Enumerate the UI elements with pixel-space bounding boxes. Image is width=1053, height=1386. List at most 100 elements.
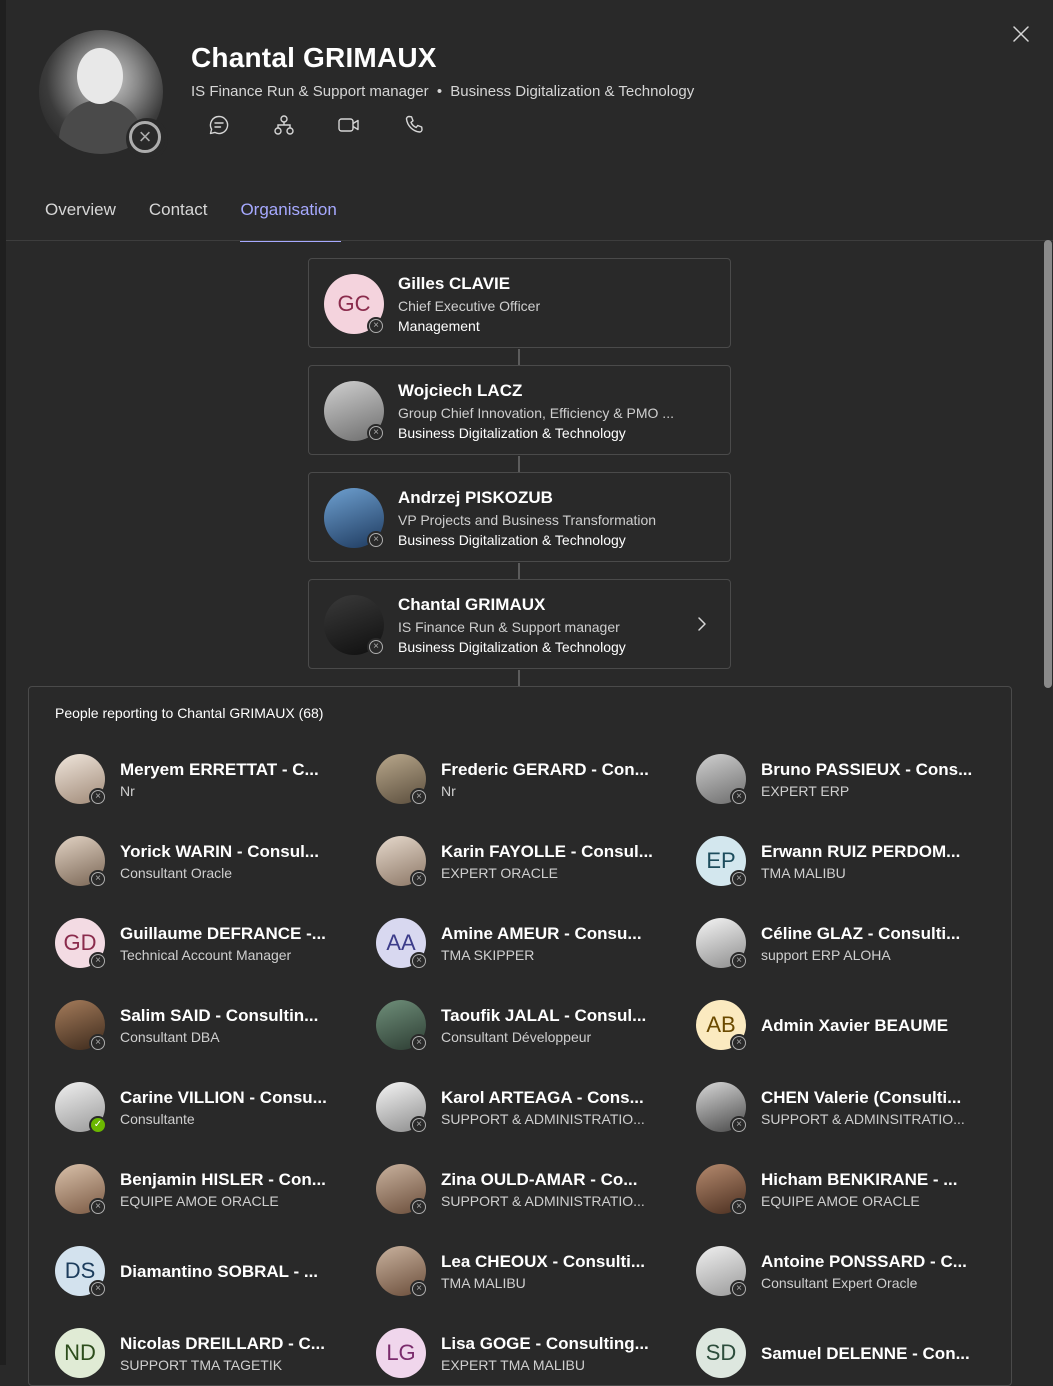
presence-offline-icon: × (730, 952, 748, 970)
close-icon[interactable] (1009, 22, 1033, 46)
presence-offline-icon: × (730, 1116, 748, 1134)
report-person[interactable]: × Lea CHEOUX - Consulti... TMA MALIBU (376, 1246, 676, 1300)
report-person[interactable]: × Taoufik JALAL - Consul... Consultant D… (376, 1000, 676, 1054)
report-person[interactable]: × Céline GLAZ - Consulti... support ERP … (696, 918, 996, 972)
presence-offline-icon: × (410, 870, 428, 888)
report-person[interactable]: GD × Guillaume DEFRANCE -... Technical A… (55, 918, 355, 972)
report-person[interactable]: × Yorick WARIN - Consul... Consultant Or… (55, 836, 355, 890)
person-title: Nr (120, 783, 135, 799)
presence-offline-icon: × (730, 788, 748, 806)
report-person[interactable]: × Karol ARTEAGA - Cons... SUPPORT & ADMI… (376, 1082, 676, 1136)
presence-offline-icon: × (410, 1116, 428, 1134)
phone-call-icon[interactable] (399, 112, 429, 138)
avatar: SD (696, 1328, 746, 1378)
person-title: EXPERT TMA MALIBU (441, 1357, 585, 1373)
person-title: SUPPORT & ADMINISTRATIO... (441, 1193, 645, 1209)
presence-offline-icon: × (89, 1034, 107, 1052)
org-card-current-person[interactable]: × Chantal GRIMAUX IS Finance Run & Suppo… (308, 579, 731, 669)
person-name: Samuel DELENNE - Con... (761, 1344, 970, 1363)
profile-subtitle: IS Finance Run & Support manager • Busin… (191, 83, 694, 100)
report-person[interactable]: ND Nicolas DREILLARD - C... SUPPORT TMA … (55, 1328, 355, 1382)
org-card-title: Chief Executive Officer (398, 298, 541, 314)
presence-offline-icon: × (126, 118, 168, 160)
presence-offline-icon: × (89, 952, 107, 970)
person-name: Karin FAYOLLE - Consul... (441, 842, 653, 861)
person-name: Taoufik JALAL - Consul... (441, 1006, 647, 1025)
org-card-ceo[interactable]: GC × Gilles CLAVIE Chief Executive Offic… (308, 258, 731, 348)
presence-offline-icon: × (410, 952, 428, 970)
person-name: Zina OULD-AMAR - Co... (441, 1170, 638, 1189)
presence-offline-icon: × (730, 1034, 748, 1052)
profile-title: IS Finance Run & Support manager (191, 83, 429, 100)
org-card-title: IS Finance Run & Support manager (398, 619, 620, 635)
org-card-manager-2[interactable]: × Wojciech LACZ Group Chief Innovation, … (308, 365, 731, 455)
person-title: Consultant DBA (120, 1029, 220, 1045)
tab-organisation[interactable]: Organisation (240, 200, 342, 242)
profile-actions (204, 112, 429, 138)
report-person[interactable]: × Antoine PONSSARD - C... Consultant Exp… (696, 1246, 996, 1300)
report-person[interactable]: DS × Diamantino SOBRAL - ... (55, 1246, 355, 1300)
scrollbar-thumb[interactable] (1044, 240, 1052, 688)
org-connector (518, 563, 520, 579)
presence-offline-icon: × (730, 1198, 748, 1216)
report-person[interactable]: AB × Admin Xavier BEAUME (696, 1000, 996, 1054)
report-person[interactable]: × CHEN Valerie (Consulti... SUPPORT & AD… (696, 1082, 996, 1136)
person-title: Consultant Oracle (120, 865, 233, 881)
video-call-icon[interactable] (334, 112, 364, 138)
person-title: EQUIPE AMOE ORACLE (761, 1193, 920, 1209)
presence-offline-icon: × (367, 531, 385, 549)
presence-offline-icon: × (410, 1280, 428, 1298)
person-title: Consultant Expert Oracle (761, 1275, 918, 1291)
org-card-department: Business Digitalization & Technology (398, 532, 626, 548)
person-name: Karol ARTEAGA - Cons... (441, 1088, 644, 1107)
presence-offline-icon: × (410, 1034, 428, 1052)
person-name: Lisa GOGE - Consulting... (441, 1334, 649, 1353)
org-connector (518, 349, 520, 365)
report-person[interactable]: × Karin FAYOLLE - Consul... EXPERT ORACL… (376, 836, 676, 890)
person-title: Technical Account Manager (120, 947, 292, 963)
profile-name: Chantal GRIMAUX (191, 42, 437, 73)
report-person[interactable]: EP × Erwann RUIZ PERDOM... TMA MALIBU (696, 836, 996, 890)
chat-icon[interactable] (204, 112, 234, 138)
org-card-name: Chantal GRIMAUX (398, 595, 546, 614)
tab-contact[interactable]: Contact (149, 200, 208, 232)
person-name: Admin Xavier BEAUME (761, 1016, 949, 1035)
report-person[interactable]: × Salim SAID - Consultin... Consultant D… (55, 1000, 355, 1054)
report-person[interactable]: LG Lisa GOGE - Consulting... EXPERT TMA … (376, 1328, 676, 1382)
direct-reports-panel: People reporting to Chantal GRIMAUX (68)… (28, 686, 1012, 1386)
tabs-divider (6, 240, 1053, 241)
presence-offline-icon: × (89, 788, 107, 806)
chevron-right-icon[interactable] (696, 615, 708, 638)
org-card-name: Wojciech LACZ (398, 381, 523, 400)
report-person[interactable]: × Bruno PASSIEUX - Cons... EXPERT ERP (696, 754, 996, 808)
report-person[interactable]: SD Samuel DELENNE - Con... (696, 1328, 996, 1382)
profile-department: Business Digitalization & Technology (450, 83, 695, 100)
report-person[interactable]: × Zina OULD-AMAR - Co... SUPPORT & ADMIN… (376, 1164, 676, 1218)
person-title: TMA MALIBU (441, 1275, 526, 1291)
org-chart-icon[interactable] (269, 112, 299, 138)
person-title: SUPPORT & ADMINSITRATIO... (761, 1111, 965, 1127)
report-person[interactable]: × Benjamin HISLER - Con... EQUIPE AMOE O… (55, 1164, 355, 1218)
presence-offline-icon: × (89, 1198, 107, 1216)
person-title: Nr (441, 783, 456, 799)
report-person[interactable]: AA × Amine AMEUR - Consu... TMA SKIPPER (376, 918, 676, 972)
presence-offline-icon: × (89, 870, 107, 888)
person-name: CHEN Valerie (Consulti... (761, 1088, 962, 1107)
org-card-manager-1[interactable]: × Andrzej PISKOZUB VP Projects and Busin… (308, 472, 731, 562)
report-person[interactable]: × Hicham BENKIRANE - ... EQUIPE AMOE ORA… (696, 1164, 996, 1218)
report-person[interactable]: × Frederic GERARD - Con... Nr (376, 754, 676, 808)
org-card-department: Business Digitalization & Technology (398, 639, 626, 655)
report-person[interactable]: × Meryem ERRETTAT - C... Nr (55, 754, 355, 808)
org-connector (518, 456, 520, 472)
presence-offline-icon: × (89, 1280, 107, 1298)
org-card-department: Management (398, 318, 480, 334)
presence-offline-icon: × (730, 1280, 748, 1298)
tab-overview[interactable]: Overview (45, 200, 116, 232)
person-name: Benjamin HISLER - Con... (120, 1170, 326, 1189)
person-name: Meryem ERRETTAT - C... (120, 760, 319, 779)
person-name: Guillaume DEFRANCE -... (120, 924, 326, 943)
presence-offline-icon: × (367, 424, 385, 442)
report-person[interactable]: ✓ Carine VILLION - Consu... Consultante (55, 1082, 355, 1136)
person-name: Frederic GERARD - Con... (441, 760, 649, 779)
person-title: Consultant Développeur (441, 1029, 592, 1045)
